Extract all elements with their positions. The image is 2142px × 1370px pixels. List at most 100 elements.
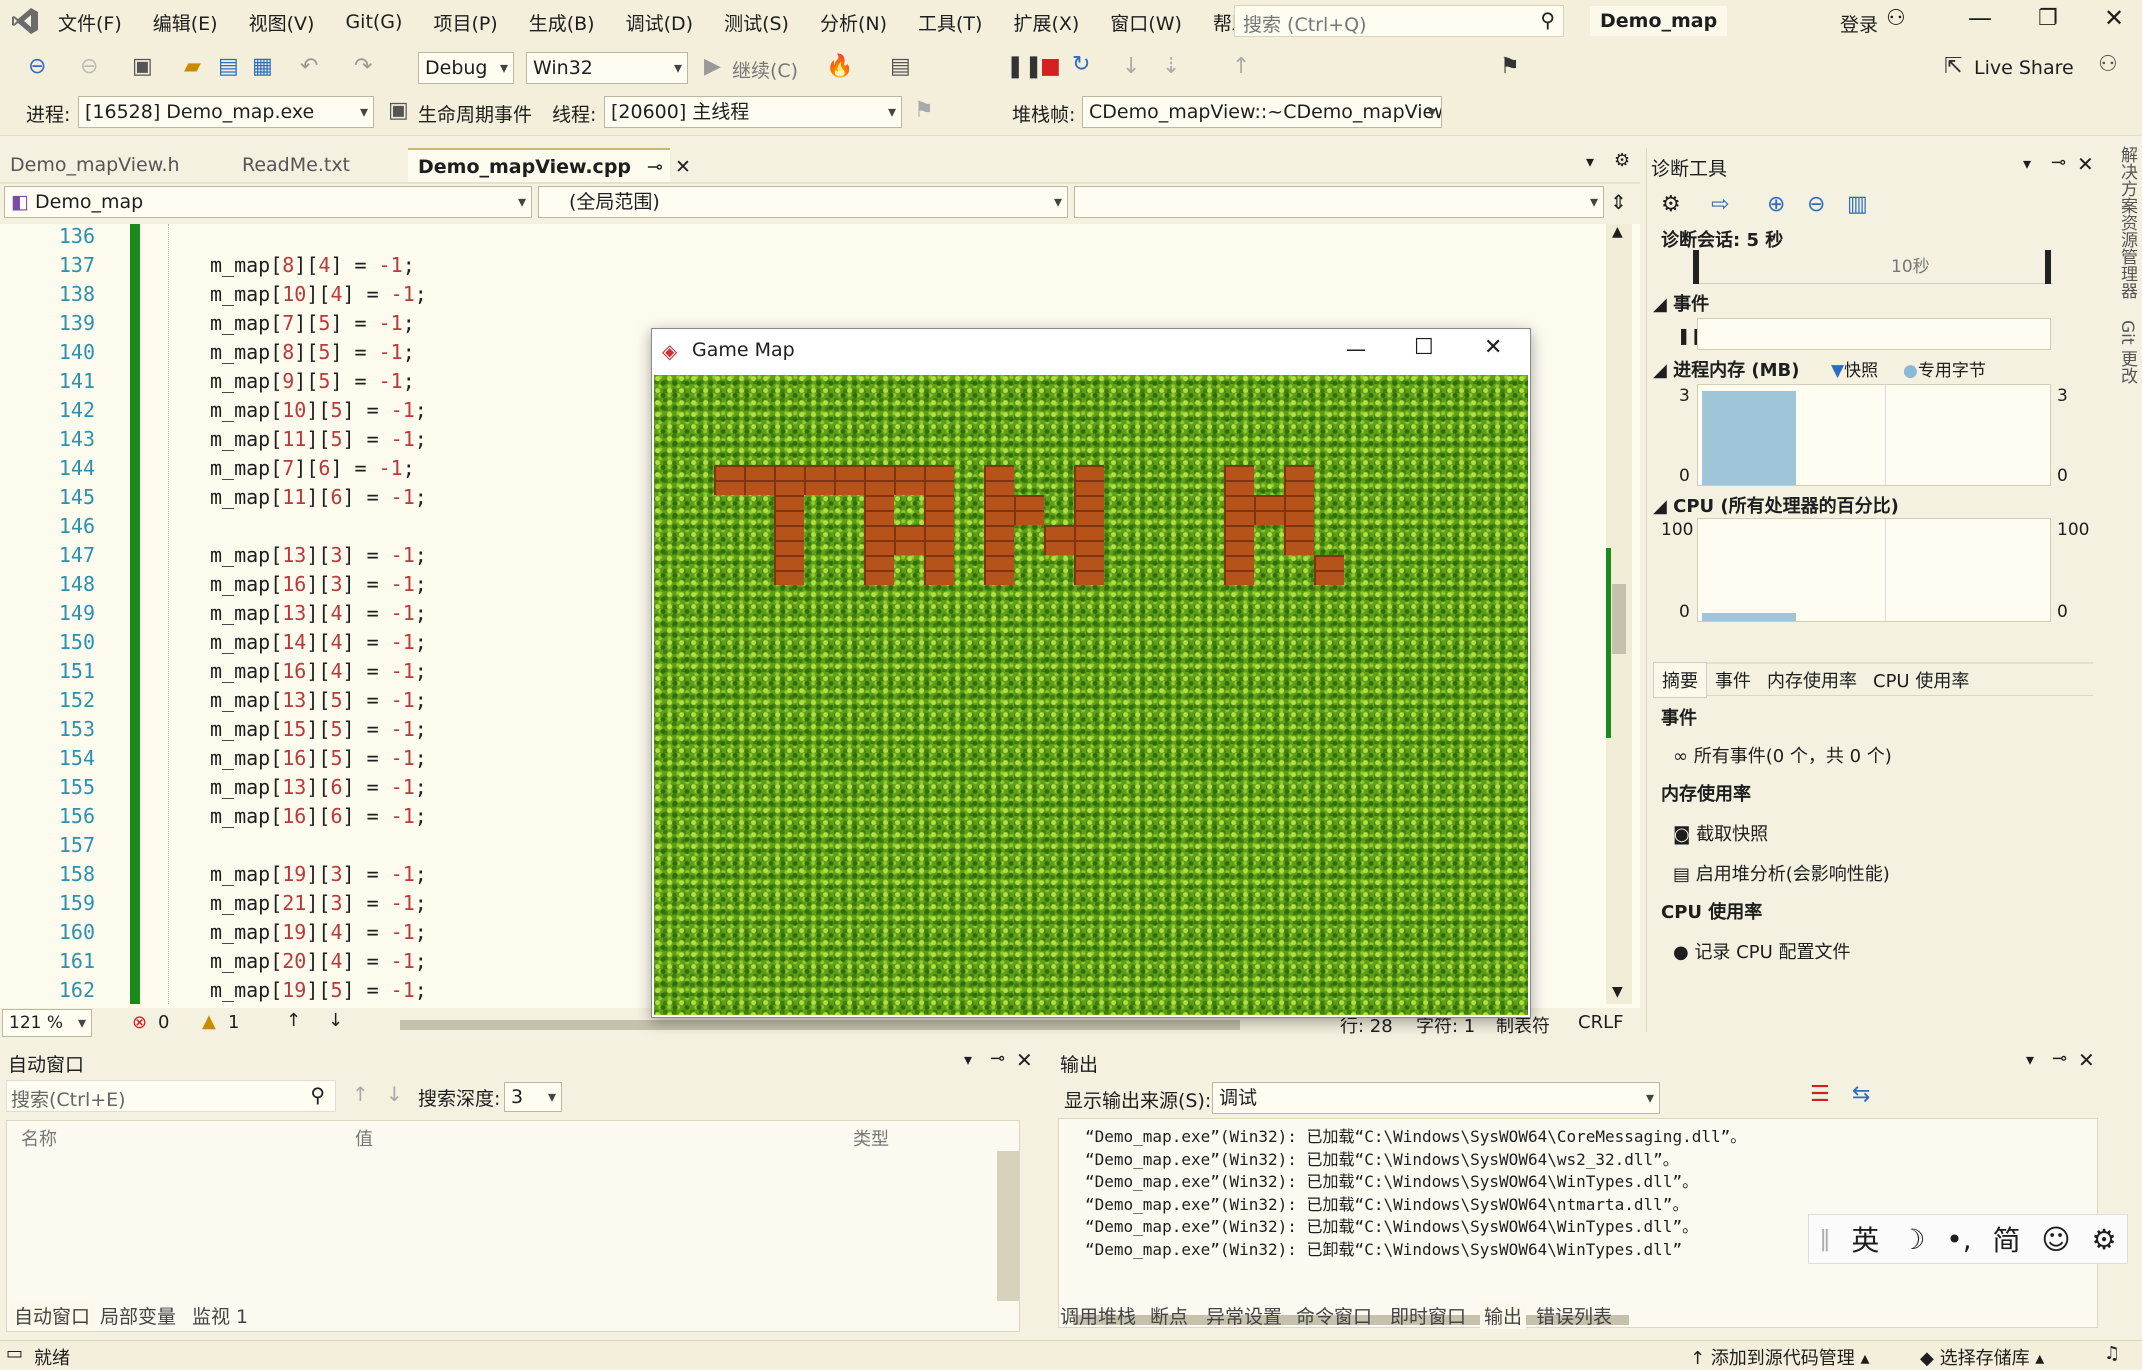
output-tab[interactable]: 输出 [1480, 1302, 1527, 1329]
code-line[interactable]: m_map[13][3] = -1; [210, 543, 427, 567]
lifecycle-button[interactable]: 生命周期事件 [418, 100, 532, 127]
chart-icon[interactable]: ▥ [1847, 192, 1868, 217]
punctuation-icon[interactable]: •, [1946, 1223, 1971, 1256]
code-line[interactable]: m_map[9][5] = -1; [210, 369, 415, 393]
diag-settings-icon[interactable]: ⚙ [1661, 192, 1681, 217]
restore-icon[interactable]: ❐ [2038, 6, 2058, 31]
bookmark-icon[interactable]: ⚑ [1500, 56, 1520, 78]
code-line[interactable]: m_map[7][6] = -1; [210, 456, 415, 480]
output-source-select[interactable]: 调试 [1212, 1082, 1660, 1114]
game-minimize-icon[interactable]: — [1346, 337, 1366, 361]
split-icon[interactable]: ⇕ [1610, 190, 1627, 214]
autos-close-icon[interactable]: ✕ [1016, 1048, 1033, 1072]
vs-logo-icon[interactable] [10, 6, 40, 36]
timeline-ruler[interactable]: 10秒 [1693, 250, 2053, 284]
diag-close-icon[interactable]: ✕ [2077, 152, 2094, 176]
code-line[interactable]: m_map[13][6] = -1; [210, 775, 427, 799]
minimize-icon[interactable]: — [1968, 4, 1992, 32]
code-line[interactable]: m_map[10][5] = -1; [210, 398, 427, 422]
lifecycle-icon[interactable]: ▣ [388, 100, 409, 122]
output-tab[interactable]: 错误列表 [1536, 1302, 1612, 1329]
menu-item[interactable]: 分析(N) [820, 9, 887, 36]
word-wrap-icon[interactable]: ⇆ [1852, 1082, 1870, 1107]
grass-map-canvas[interactable] [654, 375, 1528, 1015]
heap-profiling-button[interactable]: ▤ 启用堆分析(会影响性能) [1673, 860, 1890, 886]
code-line[interactable]: m_map[19][4] = -1; [210, 920, 427, 944]
search-depth-select[interactable]: 3 [504, 1082, 562, 1112]
ime-handle[interactable]: ‖ [1819, 1227, 1830, 1252]
code-line[interactable]: m_map[16][6] = -1; [210, 804, 427, 828]
col-name[interactable]: 名称 [21, 1125, 57, 1151]
back-icon[interactable]: ⊖ [28, 56, 46, 78]
output-tab[interactable]: 断点 [1150, 1302, 1188, 1329]
take-snapshot-button[interactable]: ◙ 截取快照 [1673, 820, 1768, 846]
code-line[interactable]: m_map[15][5] = -1; [210, 717, 427, 741]
diag-pin-icon[interactable]: ⊸ [2051, 152, 2066, 173]
menu-item[interactable]: 窗口(W) [1110, 9, 1182, 36]
diag-dropdown-icon[interactable]: ▾ [2023, 154, 2031, 173]
moon-icon[interactable]: ☽ [1900, 1223, 1925, 1256]
output-tab[interactable]: 即时窗口 [1390, 1302, 1466, 1329]
member-select[interactable] [1074, 186, 1604, 218]
attach-icon[interactable]: ▤ [890, 56, 911, 78]
thread-select[interactable]: [20600] 主线程 [604, 96, 902, 128]
code-line[interactable]: m_map[13][5] = -1; [210, 688, 427, 712]
code-line[interactable]: m_map[16][3] = -1; [210, 572, 427, 596]
tab-memory[interactable]: 内存使用率 [1759, 663, 1865, 697]
all-events-link[interactable]: ∞ 所有事件(0 个，共 0 个) [1673, 742, 1892, 768]
search-box[interactable]: 搜索 (Ctrl+Q) ⚲ [1234, 5, 1564, 37]
process-select[interactable]: [16528] Demo_map.exe [78, 96, 374, 128]
code-line[interactable]: m_map[21][3] = -1; [210, 891, 427, 915]
events-section[interactable]: ◢ 事件 [1653, 290, 1709, 316]
platform-select[interactable]: Win32 [526, 52, 688, 84]
save-all-icon[interactable]: ▦ [252, 56, 273, 78]
continue-icon[interactable]: ▶ [704, 56, 721, 78]
step-out-icon[interactable]: ↑ [1232, 56, 1250, 78]
tab-summary[interactable]: 摘要 [1653, 661, 1707, 698]
project-select[interactable]: ◧ Demo_map [4, 186, 532, 218]
tab-demo-mapview-h[interactable]: Demo_mapView.h [0, 148, 232, 182]
autos-scrollbar[interactable] [997, 1151, 1019, 1301]
output-pin-icon[interactable]: ⊸ [2052, 1048, 2067, 1069]
game-close-icon[interactable]: ✕ [1484, 335, 1502, 360]
zoom-out-icon[interactable]: ⊖ [1807, 192, 1825, 217]
line-ending-indicator[interactable]: CRLF [1578, 1012, 1623, 1033]
code-line[interactable]: m_map[13][4] = -1; [210, 601, 427, 625]
code-line[interactable]: m_map[8][5] = -1; [210, 340, 415, 364]
output-tab[interactable]: 调用堆栈 [1060, 1302, 1136, 1329]
search-down-icon[interactable]: ↓ [386, 1082, 403, 1106]
code-line[interactable]: m_map[19][3] = -1; [210, 862, 427, 886]
vertical-scrollbar[interactable]: ▲ ▼ [1606, 224, 1632, 1004]
autos-search-icon[interactable]: ⚲ [310, 1083, 325, 1107]
game-maximize-icon[interactable]: ☐ [1414, 335, 1434, 360]
settings-icon[interactable]: ⚙ [1614, 150, 1630, 171]
menu-item[interactable]: 项目(P) [433, 9, 497, 36]
output-tab[interactable]: 异常设置 [1206, 1302, 1282, 1329]
menu-item[interactable]: 扩展(X) [1013, 9, 1079, 36]
next-issue-icon[interactable]: ↓ [328, 1010, 343, 1031]
output-tab[interactable]: 命令窗口 [1296, 1302, 1372, 1329]
step-over-icon[interactable]: ⇣ [1162, 56, 1180, 78]
search-up-icon[interactable]: ↑ [352, 1082, 369, 1106]
game-map-window[interactable]: ◈ Game Map — ☐ ✕ [651, 328, 1531, 1018]
output-dropdown-icon[interactable]: ▾ [2026, 1050, 2034, 1069]
undo-icon[interactable]: ↶ [300, 56, 318, 78]
source-control-button[interactable]: ↑ 添加到源代码管理 ▴ [1690, 1344, 1870, 1370]
scope-select[interactable]: (全局范围) [538, 186, 1068, 218]
live-share-icon[interactable]: ⇱ [1944, 56, 1962, 78]
live-share-button[interactable]: Live Share [1974, 57, 2074, 79]
autos-dropdown-icon[interactable]: ▾ [964, 1050, 972, 1069]
login-link[interactable]: 登录 [1840, 10, 1878, 37]
stack-frame-select[interactable]: CDemo_mapView::~CDemo_mapView [1082, 96, 1442, 128]
record-cpu-button[interactable]: ● 记录 CPU 配置文件 [1673, 938, 1850, 964]
tab-readme[interactable]: ReadMe.txt [232, 148, 410, 182]
emoji-icon[interactable]: ☺ [2041, 1223, 2070, 1256]
zoom-select[interactable]: 121 % [2, 1009, 92, 1037]
warning-count[interactable]: 1 [228, 1012, 239, 1033]
tab-locals[interactable]: 局部变量 [100, 1302, 176, 1329]
cpu-section[interactable]: ◢ CPU (所有处理器的百分比) [1653, 492, 1899, 518]
menu-item[interactable]: 编辑(E) [153, 9, 218, 36]
autos-grid[interactable]: 名称 值 类型 [6, 1120, 1020, 1332]
ime-mode[interactable]: 简 [1992, 1219, 2020, 1259]
code-line[interactable]: m_map[7][5] = -1; [210, 311, 415, 335]
